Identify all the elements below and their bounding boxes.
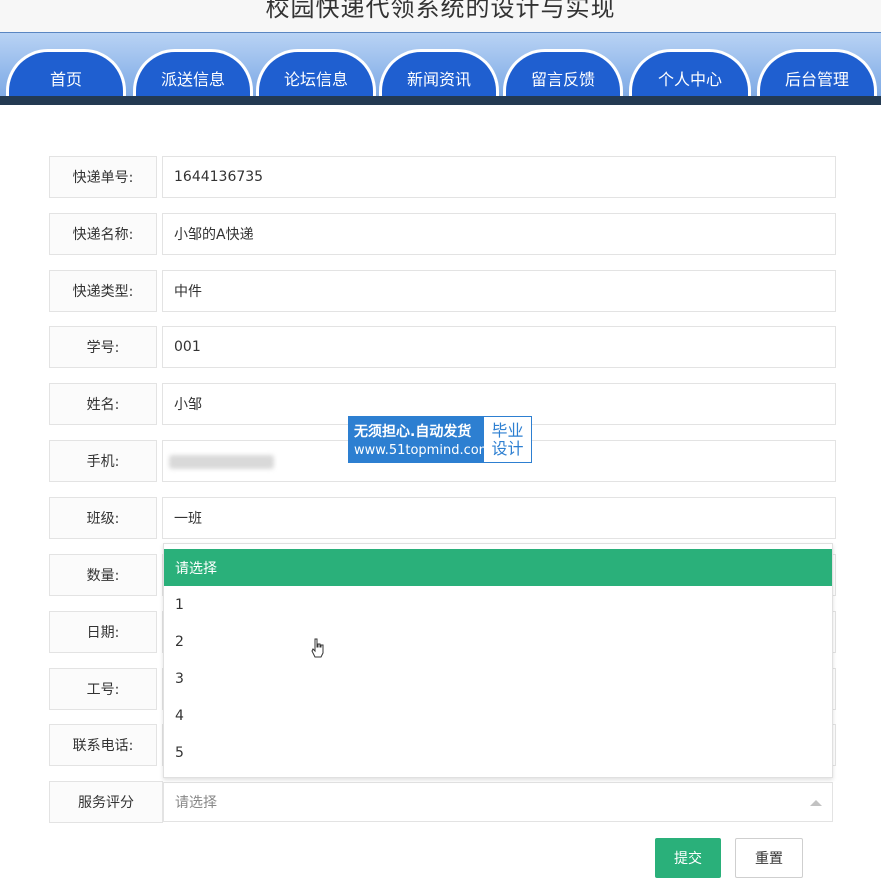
nav-tab-feedback[interactable]: 留言反馈 (503, 49, 623, 99)
class-field[interactable]: 一班 (162, 497, 836, 539)
student-id-field[interactable]: 001 (162, 326, 836, 368)
watermark-right-top: 毕业 (491, 420, 524, 440)
dropdown-option-3[interactable]: 3 (164, 660, 832, 697)
field-label: 班级: (49, 497, 157, 539)
watermark-line1: 无须担心.自动发货 (354, 424, 472, 440)
field-label: 快递名称: (49, 213, 157, 255)
dropdown-option-placeholder[interactable]: 请选择 (164, 549, 832, 586)
service-rating-dropdown: 请选择 1 2 3 4 5 (163, 543, 833, 778)
nav-tab-admin[interactable]: 后台管理 (757, 49, 877, 99)
watermark-right: 毕业 设计 (484, 417, 531, 462)
express-name-field[interactable]: 小邹的A快递 (162, 213, 836, 255)
navbar: 首页 派送信息 论坛信息 新闻资讯 留言反馈 个人中心 后台管理 (0, 32, 881, 105)
dropdown-option-4[interactable]: 4 (164, 697, 832, 734)
watermark-left: 无须担心.自动发货 www.51topmind.com (349, 417, 492, 462)
form-row-student-id: 学号: 001 (49, 326, 836, 368)
hand-cursor-icon (311, 638, 324, 658)
tracking-number-field[interactable]: 1644136735 (162, 156, 836, 198)
field-label: 联系电话: (49, 724, 157, 766)
dropdown-option-2[interactable]: 2 (164, 623, 832, 660)
service-rating-select[interactable]: 请选择 (163, 782, 833, 822)
caret-up-icon (810, 800, 822, 806)
field-label: 学号: (49, 326, 157, 368)
field-label: 工号: (49, 668, 157, 710)
reset-button[interactable]: 重置 (735, 838, 803, 878)
field-label: 日期: (49, 611, 157, 653)
nav-bottom-bar (0, 96, 881, 105)
field-label: 快递单号: (49, 156, 157, 198)
site-title: 校园快递代领系统的设计与实现 (265, 0, 616, 22)
form-row-express-type: 快递类型: 中件 (49, 270, 836, 312)
nav-tab-delivery-info[interactable]: 派送信息 (133, 49, 253, 99)
submit-button[interactable]: 提交 (655, 838, 721, 878)
nav-tab-home[interactable]: 首页 (6, 49, 126, 99)
header: 校园快递代领系统的设计与实现 (0, 0, 881, 32)
form-row-class: 班级: 一班 (49, 497, 836, 539)
field-label: 数量: (49, 554, 157, 596)
dropdown-option-1[interactable]: 1 (164, 586, 832, 623)
form-row-express-name: 快递名称: 小邹的A快递 (49, 213, 836, 255)
redacted-phone (169, 455, 274, 469)
express-type-field[interactable]: 中件 (162, 270, 836, 312)
watermark-right-bottom: 设计 (491, 438, 524, 458)
select-placeholder: 请选择 (175, 795, 217, 811)
field-label: 快递类型: (49, 270, 157, 312)
dropdown-option-5[interactable]: 5 (164, 734, 832, 771)
field-label: 手机: (49, 440, 157, 482)
nav-tab-personal-center[interactable]: 个人中心 (629, 49, 751, 99)
watermark-badge: 无须担心.自动发货 www.51topmind.com 毕业 设计 (348, 416, 532, 463)
field-label: 姓名: (49, 383, 157, 425)
form-row-tracking-number: 快递单号: 1644136735 (49, 156, 836, 198)
service-rating-label: 服务评分 (49, 781, 163, 823)
nav-tab-news[interactable]: 新闻资讯 (379, 49, 499, 99)
watermark-url: www.51topmind.com (354, 443, 492, 458)
nav-tab-forum[interactable]: 论坛信息 (256, 49, 376, 99)
